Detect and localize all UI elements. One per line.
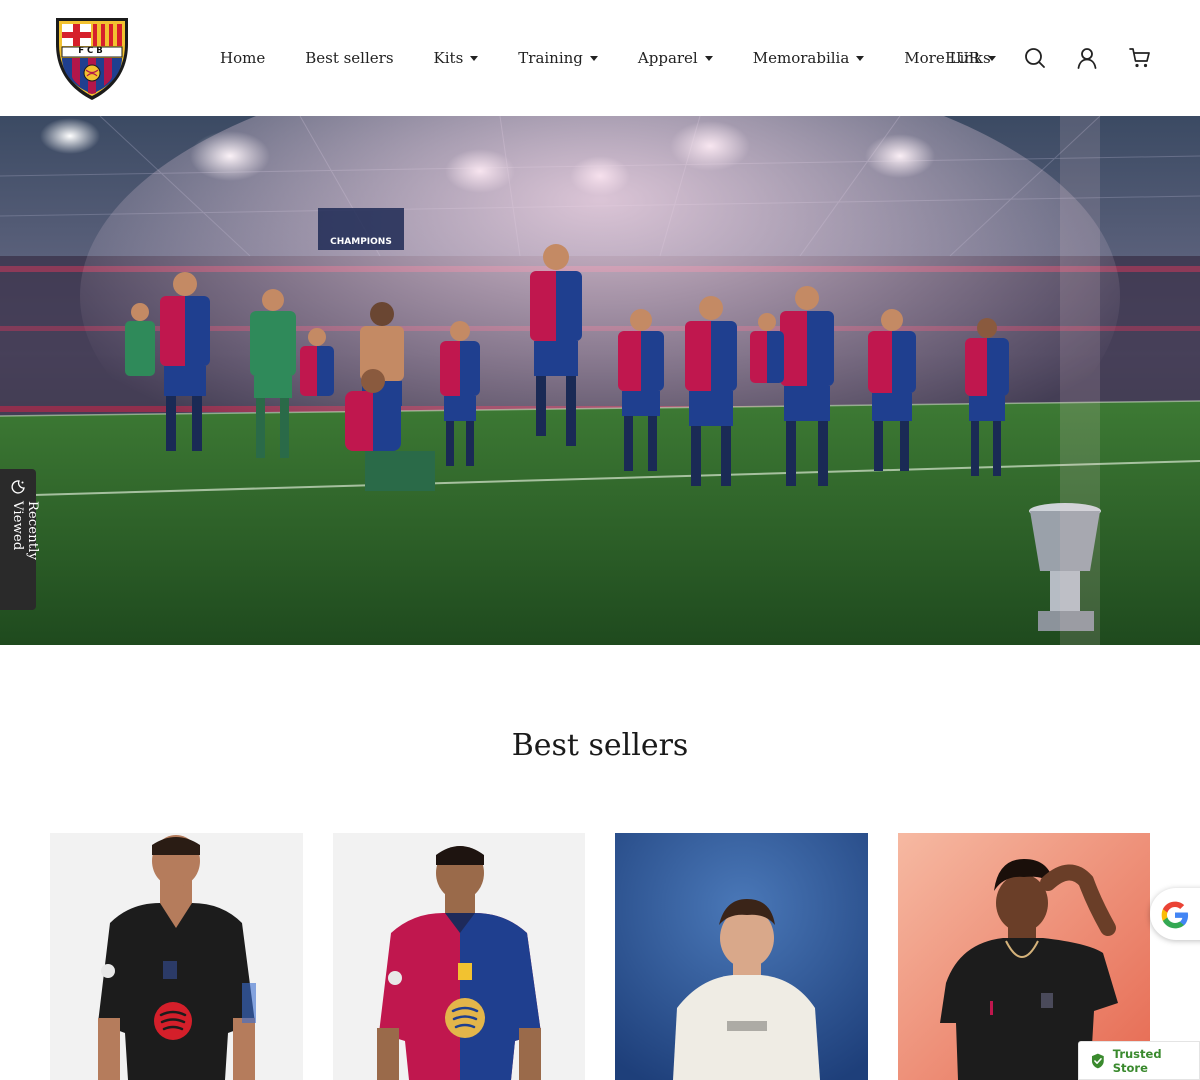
nav-memorabilia-label: Memorabilia <box>752 49 850 67</box>
product-image <box>615 833 868 1080</box>
trusted-store-label: Trusted Store <box>1112 1046 1162 1075</box>
site-header: FCB Home Best sellers Kits Training Appa… <box>0 0 1200 116</box>
recently-viewed-tab[interactable]: Recently Viewed <box>0 469 40 610</box>
currency-label: EUR <box>945 49 980 67</box>
hero-banner-image[interactable]: CHAMPIONS <box>0 116 1200 645</box>
nav-training[interactable]: Training <box>518 49 598 67</box>
product-card[interactable] <box>615 833 868 1080</box>
main-nav: Home Best sellers Kits Training Apparel … <box>220 0 1031 116</box>
nav-training-label: Training <box>518 49 583 67</box>
search-icon[interactable] <box>1023 46 1047 70</box>
currency-selector[interactable]: EUR <box>945 0 996 116</box>
caret-down-icon <box>987 55 996 61</box>
nav-apparel-label: Apparel <box>637 49 698 67</box>
nav-kits-label: Kits <box>433 49 464 67</box>
champions-banner-text: CHAMPIONS <box>330 237 392 247</box>
recently-viewed-icon <box>11 480 25 494</box>
recently-viewed-label: Recently Viewed <box>10 501 40 561</box>
logo-text: FCB <box>78 46 106 56</box>
cart-icon[interactable] <box>1128 46 1152 70</box>
product-image <box>50 833 303 1080</box>
trusted-store-badge[interactable]: Trusted Store <box>1078 1041 1200 1080</box>
nav-apparel[interactable]: Apparel <box>638 49 713 67</box>
best-sellers-heading: Best sellers <box>511 728 689 763</box>
nav-best-sellers[interactable]: Best sellers <box>305 49 393 67</box>
nav-home[interactable]: Home <box>220 49 265 67</box>
product-card[interactable] <box>333 833 586 1080</box>
caret-down-icon <box>856 56 865 61</box>
caret-down-icon <box>589 56 598 61</box>
shield-check-icon <box>1091 1053 1104 1068</box>
google-g-icon <box>1161 901 1189 929</box>
caret-down-icon <box>470 56 479 61</box>
fcb-crest-logo[interactable]: FCB <box>50 14 134 102</box>
nav-memorabilia[interactable]: Memorabilia <box>753 49 865 67</box>
account-icon[interactable] <box>1075 46 1099 70</box>
nav-kits[interactable]: Kits <box>434 49 479 67</box>
nav-best-sellers-label: Best sellers <box>305 49 394 67</box>
caret-down-icon <box>704 56 713 61</box>
product-image <box>333 833 585 1080</box>
google-reviews-badge[interactable] <box>1150 888 1200 940</box>
product-card[interactable] <box>50 833 303 1080</box>
nav-home-label: Home <box>220 49 266 67</box>
